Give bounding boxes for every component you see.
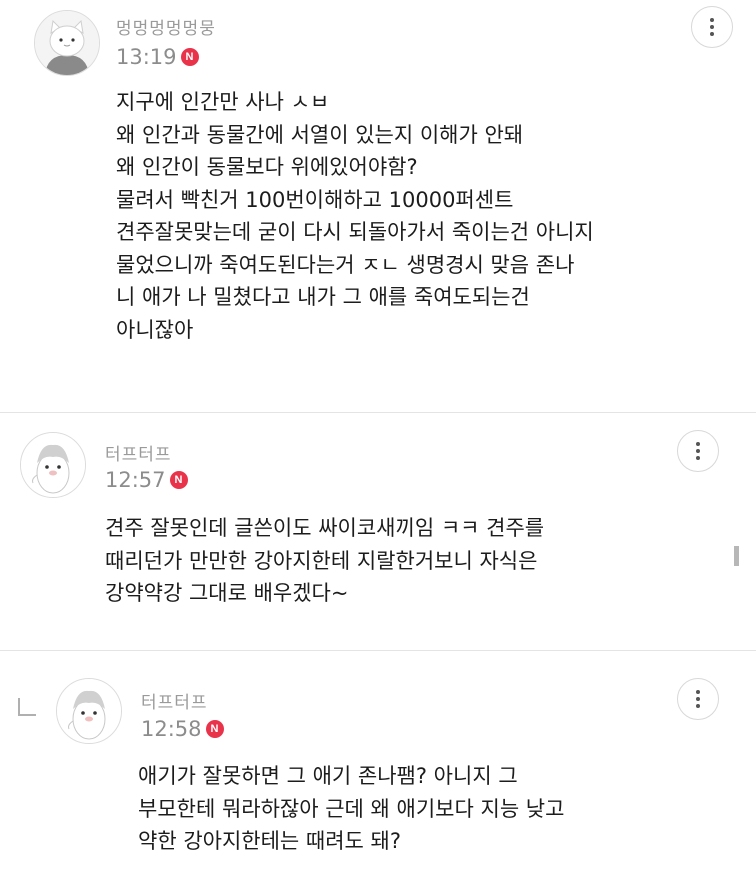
comment-meta: 12:57 N [105,468,188,492]
comment-line: 강약약강 그대로 배우겠다~ [105,581,349,605]
more-vertical-icon [696,690,700,708]
more-options-button[interactable] [677,430,719,472]
comment-line: 때리던가 만만한 강아지한테 지랄한거보니 자식은 [105,548,538,573]
new-badge: N [205,720,224,738]
comment-line: 왜 인간이 동물보다 위에있어야함? [116,155,418,179]
reply-arrow-icon [18,698,36,716]
comment-author[interactable]: 멍멍멍멍멍뭉 [116,14,216,39]
comment-line: 애기가 잘못하면 그 애기 존나팸? 아니지 그 [138,764,518,788]
scrollbar-thumb[interactable] [734,546,739,566]
more-options-button[interactable] [691,6,733,48]
comment-body: 애기가 잘못하면 그 애기 존나팸? 아니지 그 부모한테 뭐라하잖아 근데 왜… [138,760,564,858]
comment-line: 왜 인간과 동물간에 서열이 있는지 이해가 안돼 [116,122,524,147]
comment-time: 13:19 [116,45,177,69]
comment-body: 지구에 인간만 사나 ㅅㅂ 왜 인간과 동물간에 서열이 있는지 이해가 안돼 … [116,86,594,346]
comment-time: 12:57 [105,468,166,492]
cat-avatar-icon[interactable] [34,10,100,76]
comment-meta: 13:19 N [116,45,199,69]
penguin-avatar-icon[interactable] [56,678,122,744]
comment-time: 12:58 [141,717,202,741]
comment-body: 견주 잘못인데 글쓴이도 싸이코새끼임 ㅋㅋ 견주를 때리던가 만만한 강아지한… [105,512,544,610]
more-options-button[interactable] [677,678,719,720]
comment-divider [0,412,756,413]
comment-line: 아니잖아 [116,317,194,342]
comment-line: 니 애가 나 밀쳤다고 내가 그 애를 죽여도되는건 [116,285,530,309]
comment-line: 물었으니까 죽여도된다는거 ㅈㄴ 생명경시 맞음 존나 [116,252,575,277]
penguin-avatar-icon[interactable] [20,432,86,498]
comment-line: 약한 강아지한테는 때려도 돼? [138,829,402,853]
more-vertical-icon [696,442,700,460]
comment-line: 견주잘못맞는데 굳이 다시 되돌아가서 죽이는건 아니지 [116,220,594,244]
comment-line: 부모한테 뭐라하잖아 근데 왜 애기보다 지능 낮고 [138,796,565,821]
comment-meta: 12:58 N [141,717,224,741]
comment-divider [0,650,756,651]
more-vertical-icon [710,18,714,36]
comment-line: 물려서 빡친거 100번이해하고 10000퍼센트 [116,187,514,212]
comment-author[interactable]: 터프터프 [105,440,172,465]
comment-line: 견주 잘못인데 글쓴이도 싸이코새끼임 ㅋㅋ 견주를 [105,516,545,540]
new-badge: N [169,471,188,489]
comment-author[interactable]: 터프터프 [141,688,208,713]
new-badge: N [180,48,199,66]
comment-line: 지구에 인간만 사나 ㅅㅂ [116,90,330,114]
